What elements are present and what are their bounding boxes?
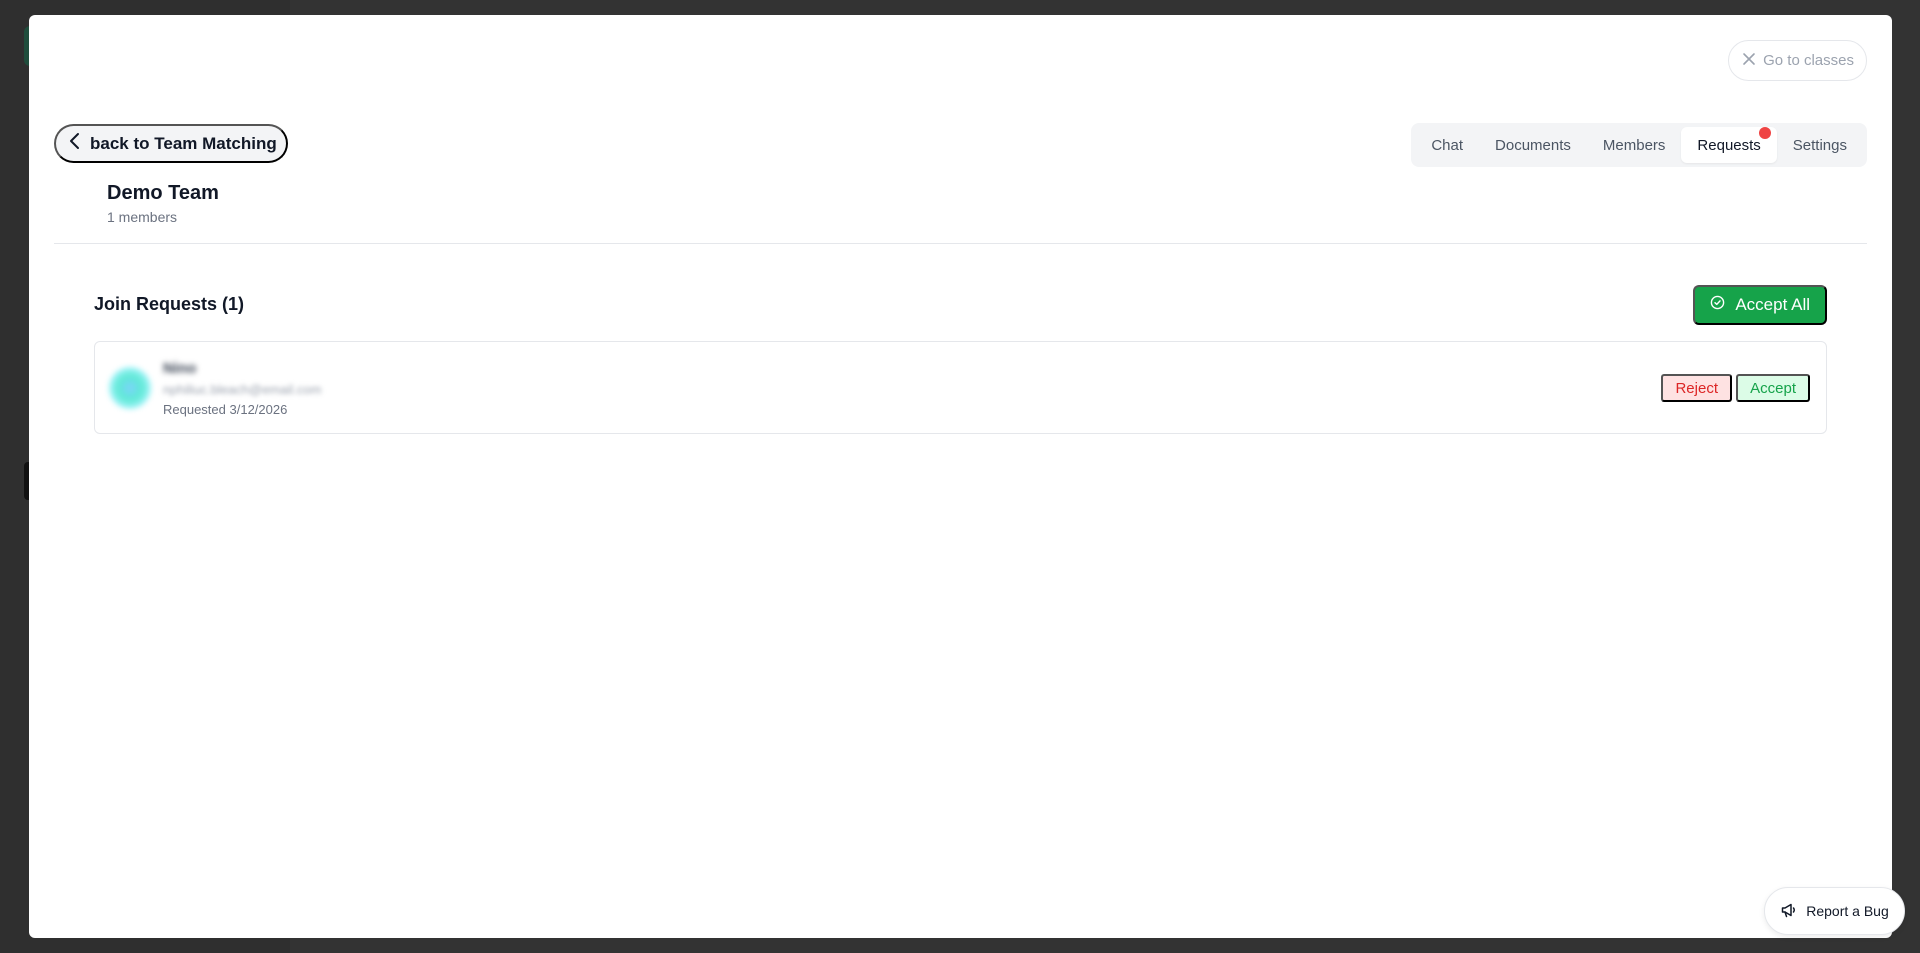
reject-button[interactable]: Reject [1661,374,1732,402]
join-requests-title: Join Requests (1) [94,294,245,314]
accept-all-button[interactable]: Accept All [1693,285,1827,325]
requester-email: nphiliuc.bleach@email.com [163,382,322,397]
tab-settings-label: Settings [1792,136,1847,154]
back-label: back to Team Matching [90,133,277,153]
header-divider [54,243,1867,244]
megaphone-icon [1780,901,1798,922]
tab-members[interactable]: Members [1587,127,1682,163]
accept-all-label: Accept All [1735,295,1810,314]
team-member-count: 1 members [107,209,178,225]
team-tabs: Chat Documents Members Requests Settings [1411,123,1867,167]
close-icon [1741,51,1757,71]
tab-members-label: Members [1602,136,1666,154]
team-modal: Go to classes back to Team Matching Chat… [29,15,1892,938]
tab-chat-label: Chat [1431,136,1464,154]
chevron-left-icon [68,132,82,155]
avatar [109,367,151,409]
check-circle-icon [1710,295,1725,315]
back-to-team-matching-button[interactable]: back to Team Matching [54,124,288,163]
tab-chat[interactable]: Chat [1415,127,1479,163]
tab-documents[interactable]: Documents [1479,127,1587,163]
report-bug-label: Report a Bug [1806,903,1889,919]
request-date: Requested 3/12/2026 [163,402,288,417]
tab-documents-label: Documents [1495,136,1571,154]
report-bug-button[interactable]: Report a Bug [1764,887,1905,935]
tab-requests[interactable]: Requests [1681,127,1777,163]
notification-dot [1758,127,1771,139]
go-to-classes-button[interactable]: Go to classes [1728,40,1867,81]
join-request-item: Nino nphiliuc.bleach@email.com Requested… [94,341,1827,434]
accept-button[interactable]: Accept [1736,374,1810,402]
go-to-classes-label: Go to classes [1763,52,1854,69]
requester-name: Nino [163,360,197,377]
team-name: Demo Team [107,182,219,204]
tab-settings[interactable]: Settings [1777,127,1863,163]
tab-requests-label: Requests [1697,136,1761,154]
